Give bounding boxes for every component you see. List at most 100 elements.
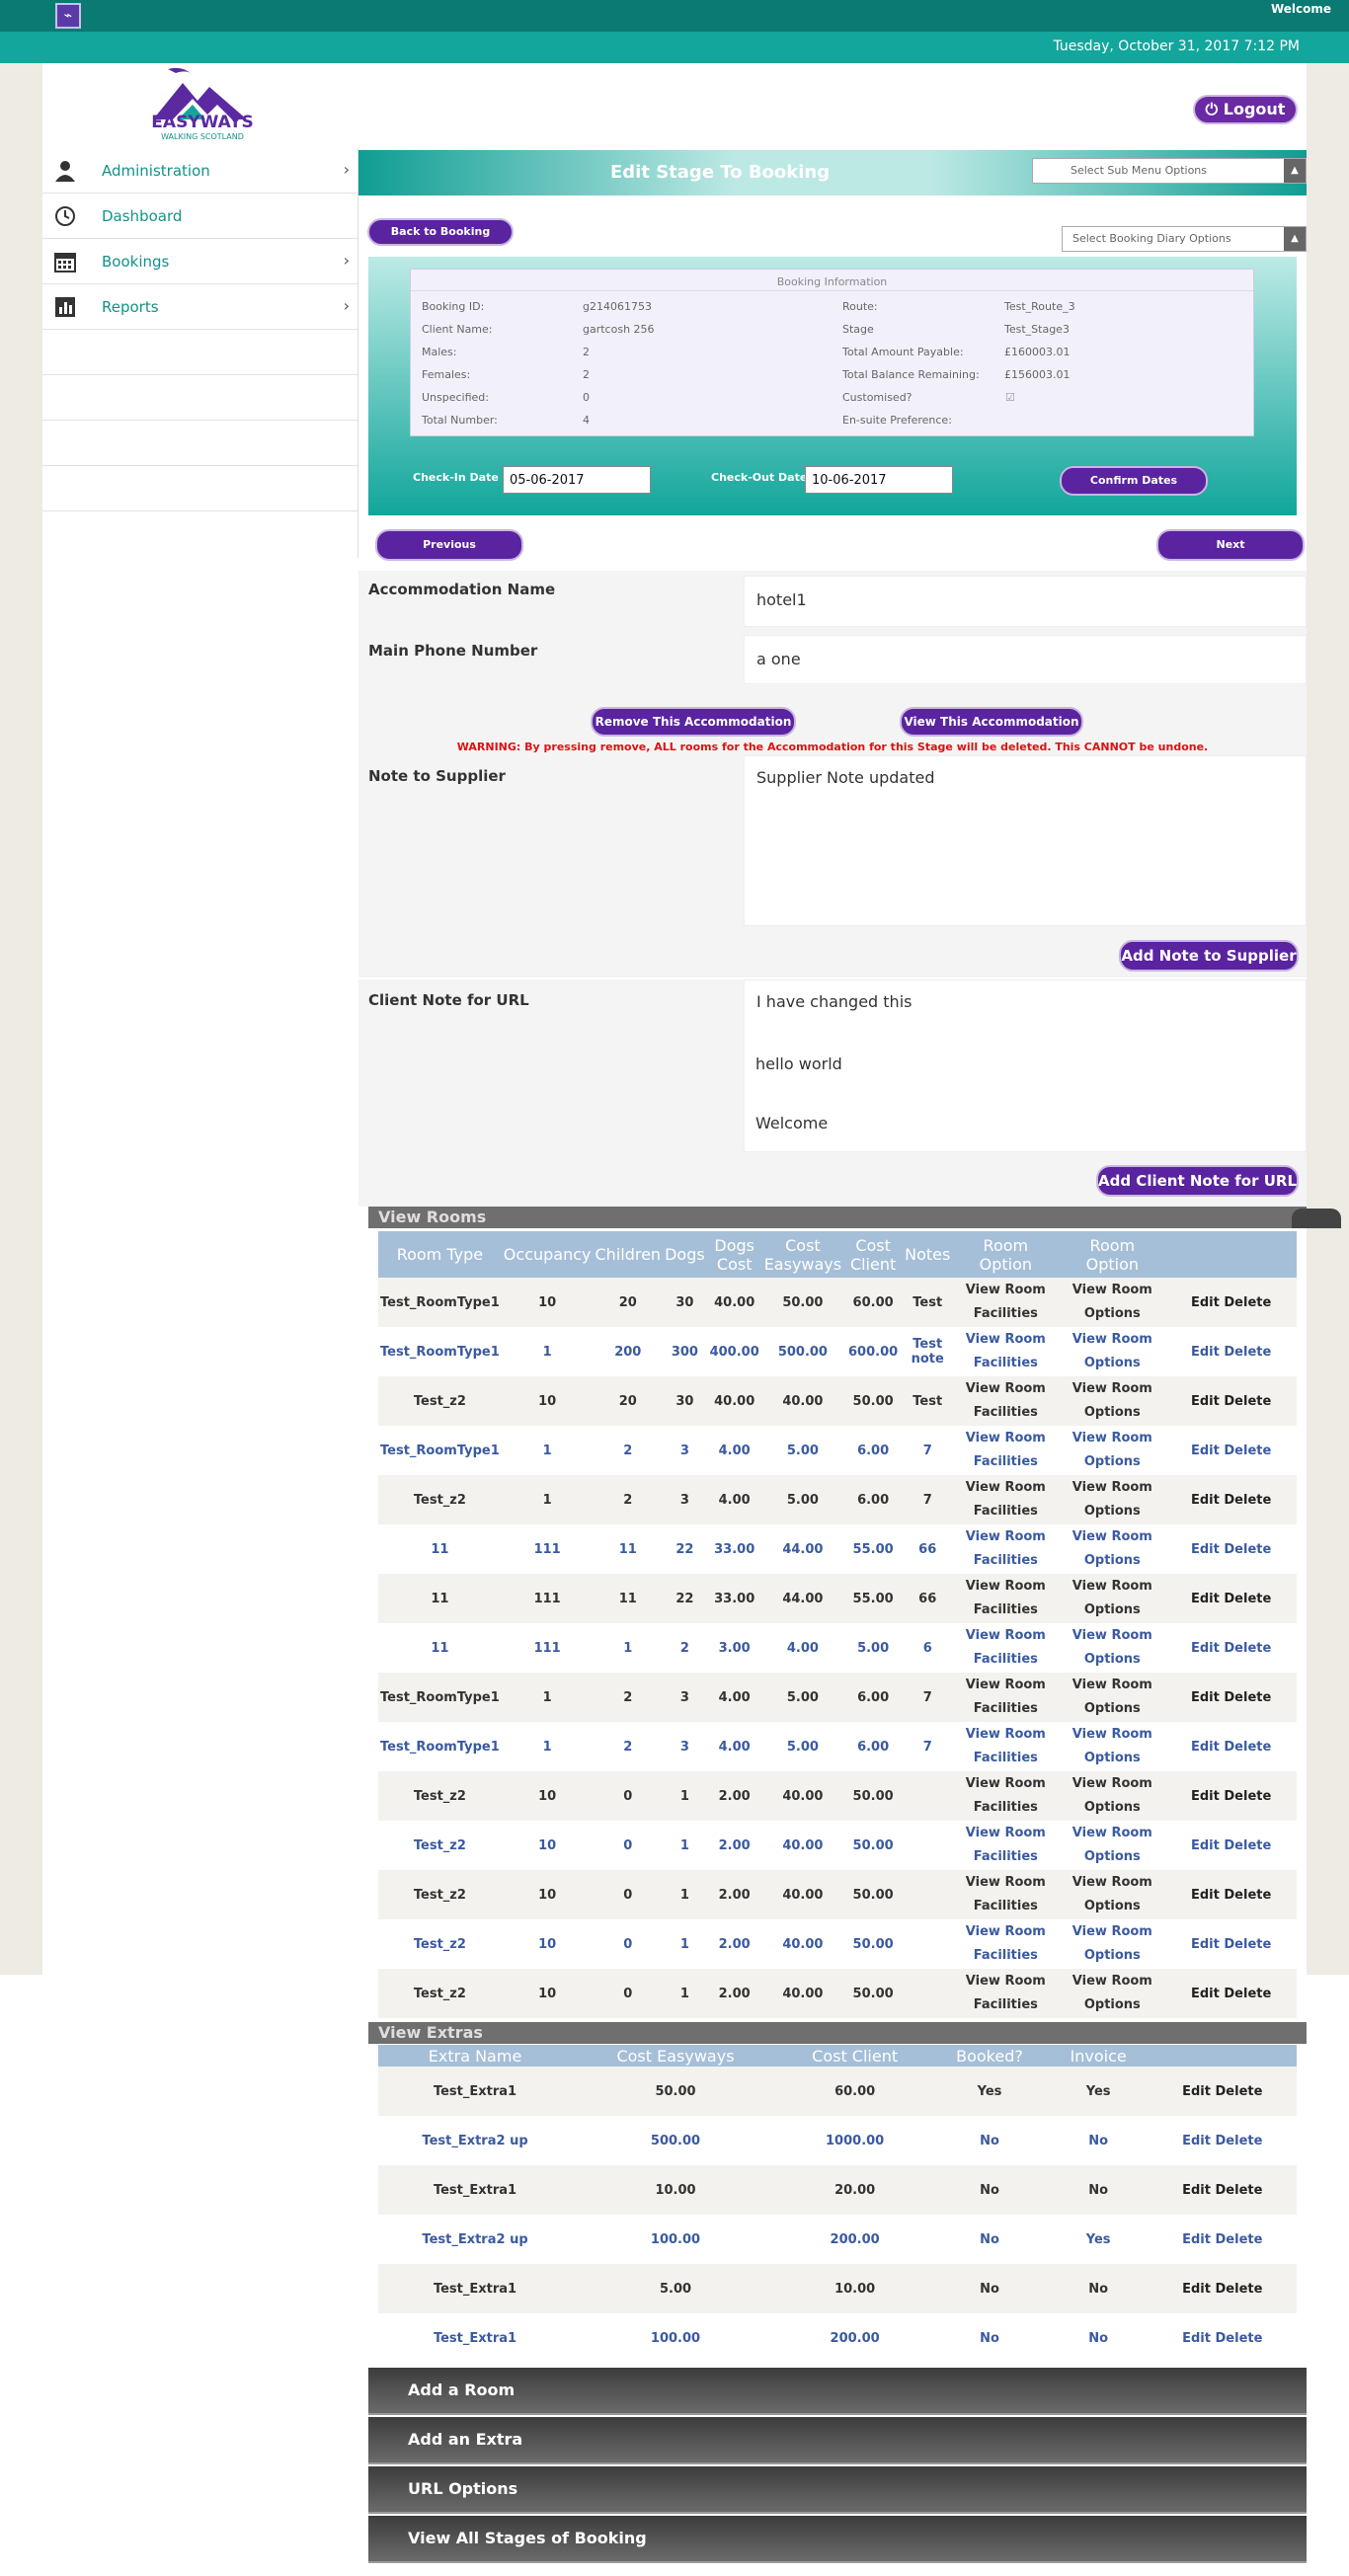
add-client-note-button[interactable]: Add Client Note for URL [1096,1165,1299,1197]
view-room-facilities-link[interactable]: View Room Facilities [952,1673,1060,1722]
edit-link[interactable]: Edit [1182,2134,1211,2148]
edit-link[interactable]: Edit [1182,2331,1211,2346]
view-room-facilities-link[interactable]: View Room Facilities [952,1524,1060,1574]
rooms-column-header[interactable]: Room Type [378,1231,502,1278]
view-room-facilities-link[interactable]: View Room Facilities [952,1919,1060,1969]
edit-link[interactable]: Edit [1191,1888,1220,1903]
view-room-options-link[interactable]: View Room Options [1059,1821,1166,1870]
accordion-item[interactable]: Add a Room [368,2368,1307,2415]
view-room-options-link[interactable]: View Room Options [1059,1673,1166,1722]
easyways-logo[interactable]: EASYWAYS WALKING SCOTLAND [148,65,257,144]
view-room-options-link[interactable]: View Room Options [1059,1623,1166,1673]
sidebar-item-administration[interactable]: Administration › [42,148,357,194]
sidebar-item-dashboard[interactable]: Dashboard [42,194,357,239]
view-room-facilities-link[interactable]: View Room Facilities [952,1722,1060,1771]
view-room-facilities-link[interactable]: View Room Facilities [952,1376,1060,1426]
edit-link[interactable]: Edit [1191,1345,1220,1360]
logout-button[interactable]: ⏻ Logout [1193,95,1298,124]
rooms-column-header[interactable]: Notes [903,1231,953,1278]
accordion-item[interactable]: URL Options [368,2466,1307,2514]
view-room-facilities-link[interactable]: View Room Facilities [952,1771,1060,1821]
edit-link[interactable]: Edit [1182,2232,1211,2247]
rooms-column-header[interactable]: Occupancy [501,1231,594,1278]
view-room-facilities-link[interactable]: View Room Facilities [952,1821,1060,1870]
edit-link[interactable]: Edit [1191,1295,1220,1310]
edit-link[interactable]: Edit [1191,1789,1220,1804]
rooms-column-header[interactable]: Room Option [952,1231,1060,1278]
booking-diary-select[interactable]: Select Booking Diary Options ▲ [1062,226,1307,252]
edit-link[interactable]: Edit [1191,1987,1220,2001]
delete-link[interactable]: Delete [1224,1592,1271,1606]
delete-link[interactable]: Delete [1216,2084,1263,2099]
edit-link[interactable]: Edit [1182,2183,1211,2198]
view-room-options-link[interactable]: View Room Options [1059,1574,1166,1623]
view-room-facilities-link[interactable]: View Room Facilities [952,1475,1060,1524]
delete-link[interactable]: Delete [1224,1641,1271,1656]
main-phone-field[interactable]: a one [744,635,1307,684]
view-room-facilities-link[interactable]: View Room Facilities [952,1870,1060,1919]
edit-link[interactable]: Edit [1191,1937,1220,1952]
view-accommodation-button[interactable]: View This Accommodation [900,707,1083,737]
edit-link[interactable]: Edit [1191,1394,1220,1409]
view-room-options-link[interactable]: View Room Options [1059,1327,1166,1376]
delete-link[interactable]: Delete [1224,1937,1271,1952]
delete-link[interactable]: Delete [1224,1987,1271,2001]
view-room-facilities-link[interactable]: View Room Facilities [952,1327,1060,1376]
edit-link[interactable]: Edit [1191,1690,1220,1705]
accommodation-name-field[interactable]: hotel1 [744,576,1307,627]
previous-button[interactable]: Previous [375,529,523,561]
edit-link[interactable]: Edit [1191,1641,1220,1656]
delete-link[interactable]: Delete [1224,1789,1271,1804]
customised-checkbox[interactable]: ☑ [1005,391,1015,404]
checkin-date-field[interactable]: 05-06-2017 [503,466,651,494]
view-room-facilities-link[interactable]: View Room Facilities [952,1278,1060,1327]
delete-link[interactable]: Delete [1224,1444,1271,1458]
delete-link[interactable]: Delete [1224,1888,1271,1903]
delete-link[interactable]: Delete [1224,1493,1271,1508]
supplier-note-textarea[interactable]: Supplier Note updated [744,755,1307,926]
accordion-item[interactable]: View All Stages of Booking [368,2516,1307,2563]
next-button[interactable]: Next [1156,529,1305,561]
view-room-options-link[interactable]: View Room Options [1059,1722,1166,1771]
edit-link[interactable]: Edit [1182,2282,1211,2297]
extras-column-header[interactable]: Cost Client [778,2045,931,2067]
rooms-column-header[interactable]: Room Option [1059,1231,1166,1278]
view-room-options-link[interactable]: View Room Options [1059,1376,1166,1426]
delete-link[interactable]: Delete [1224,1690,1271,1705]
edit-link[interactable]: Edit [1191,1592,1220,1606]
edit-link[interactable]: Edit [1191,1444,1220,1458]
delete-link[interactable]: Delete [1224,1740,1271,1755]
delete-link[interactable]: Delete [1216,2331,1263,2346]
delete-link[interactable]: Delete [1216,2232,1263,2247]
rooms-column-header[interactable]: Dogs Cost [706,1231,762,1278]
view-room-options-link[interactable]: View Room Options [1059,1771,1166,1821]
delete-link[interactable]: Delete [1216,2183,1263,2198]
view-room-facilities-link[interactable]: View Room Facilities [952,1623,1060,1673]
back-to-booking-button[interactable]: Back to Booking [367,218,514,246]
extras-column-header[interactable]: Cost Easyways [572,2045,779,2067]
edit-link[interactable]: Edit [1182,2084,1211,2099]
app-pulse-icon[interactable]: ⌁ [55,3,81,29]
view-room-options-link[interactable]: View Room Options [1059,1524,1166,1574]
add-note-supplier-button[interactable]: Add Note to Supplier [1119,940,1299,972]
view-room-options-link[interactable]: View Room Options [1059,1278,1166,1327]
extras-column-header[interactable]: Extra Name [378,2045,573,2067]
rooms-column-header[interactable]: Cost Easyways [761,1231,844,1278]
delete-link[interactable]: Delete [1224,1295,1271,1310]
view-room-facilities-link[interactable]: View Room Facilities [952,1574,1060,1623]
view-room-options-link[interactable]: View Room Options [1059,1475,1166,1524]
edit-link[interactable]: Edit [1191,1493,1220,1508]
accordion-item[interactable]: Add an Extra [368,2417,1307,2464]
view-room-options-link[interactable]: View Room Options [1059,1870,1166,1919]
view-room-options-link[interactable]: View Room Options [1059,1969,1166,2018]
edit-link[interactable]: Edit [1191,1838,1220,1853]
delete-link[interactable]: Delete [1224,1542,1271,1557]
remove-accommodation-button[interactable]: Remove This Accommodation [591,707,796,737]
sidebar-item-reports[interactable]: Reports › [42,284,357,330]
view-room-options-link[interactable]: View Room Options [1059,1919,1166,1969]
collapse-tab[interactable] [1292,1209,1341,1228]
delete-link[interactable]: Delete [1216,2134,1263,2148]
delete-link[interactable]: Delete [1224,1345,1271,1360]
extras-column-header[interactable]: Invoice [1048,2045,1149,2067]
delete-link[interactable]: Delete [1216,2282,1263,2297]
